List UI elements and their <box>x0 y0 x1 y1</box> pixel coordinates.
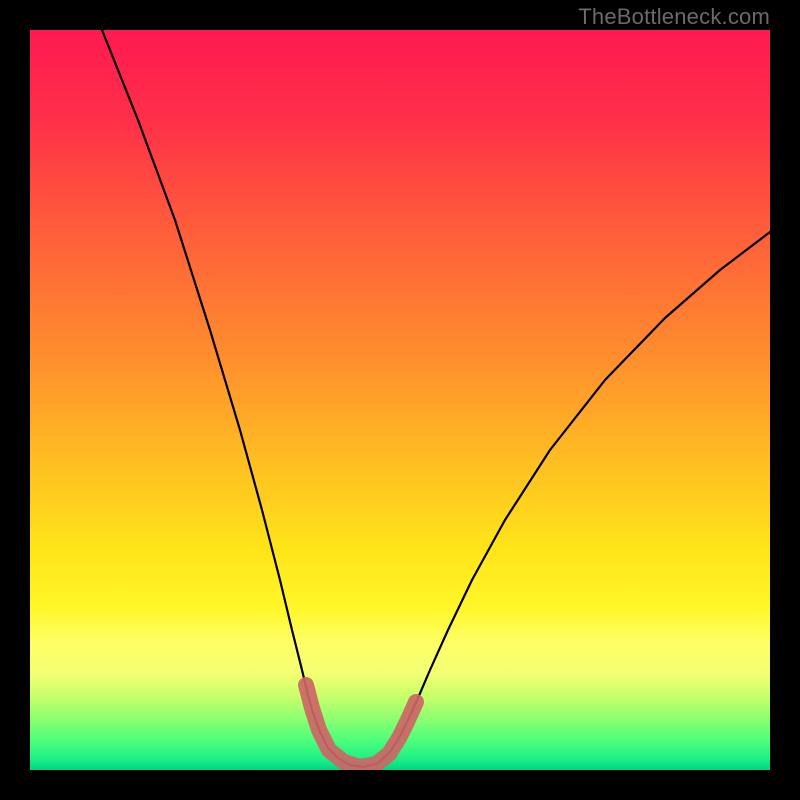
watermark-text: TheBottleneck.com <box>578 4 770 30</box>
gradient-background <box>30 30 770 770</box>
plot-area <box>30 30 770 770</box>
chart-frame: TheBottleneck.com <box>0 0 800 800</box>
chart-svg <box>30 30 770 770</box>
